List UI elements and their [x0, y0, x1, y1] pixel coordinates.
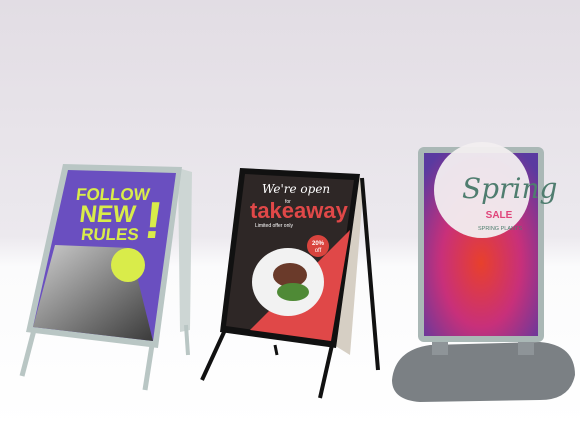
- back-panel: [178, 168, 192, 332]
- subline: SPRING PLANTS: [478, 226, 522, 232]
- headline-line3: RULES: [80, 225, 140, 244]
- distance-badge: [111, 248, 145, 282]
- back-leg: [184, 324, 190, 356]
- headline-line1: We're open: [262, 182, 330, 196]
- water-base: [392, 342, 575, 402]
- salad: [277, 283, 309, 301]
- badge-off: off: [315, 248, 322, 254]
- headline-sale: SALE: [486, 210, 513, 221]
- headline-spring: Spring: [462, 172, 557, 205]
- headline-line2: NEW: [78, 201, 138, 228]
- product-photo: FOLLOW NEW RULES ! 20% off We're open fo…: [0, 0, 580, 430]
- badge-percent: 20%: [312, 241, 325, 247]
- headline-line3: takeaway: [250, 198, 349, 223]
- subline: Limited offer only: [255, 223, 293, 229]
